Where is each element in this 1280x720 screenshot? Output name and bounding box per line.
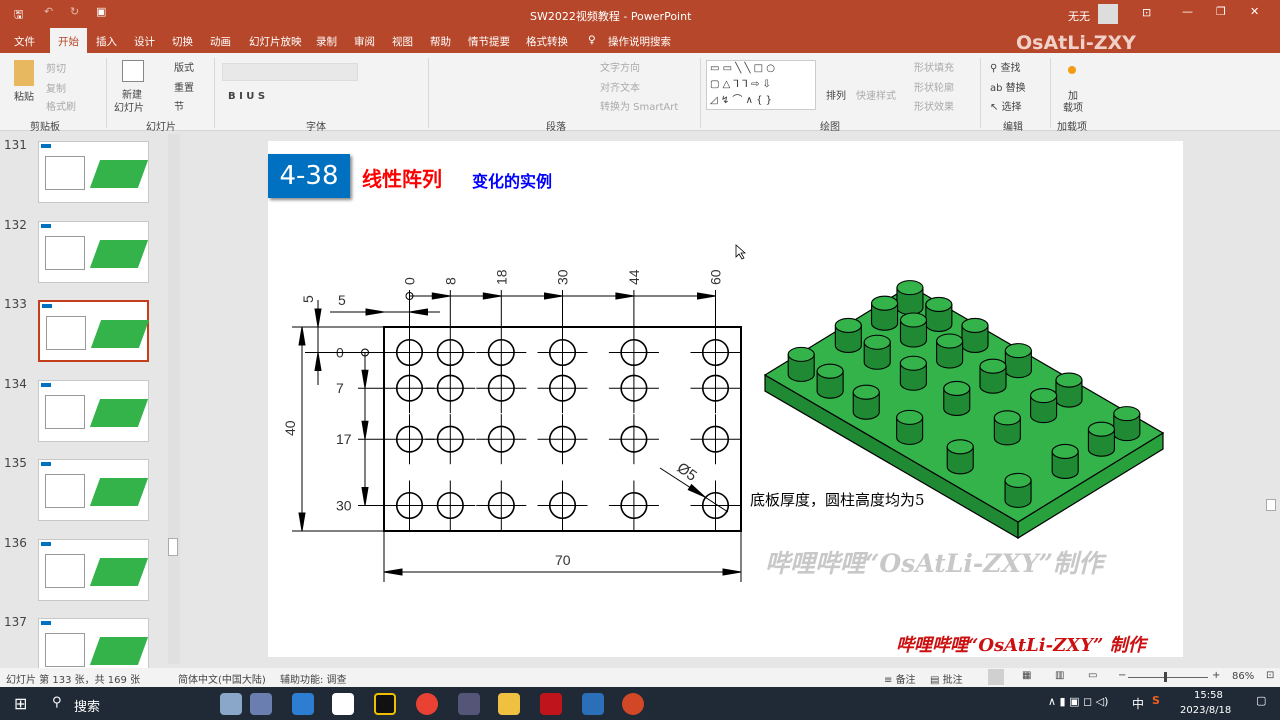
dimension-label: 7 [336,380,344,396]
photos-icon[interactable] [582,693,604,715]
mouse-cursor-icon [735,244,747,260]
reading-view-button[interactable]: ▥ [1055,670,1064,681]
accessibility-status[interactable]: 辅助功能: 调查 [280,671,347,686]
cylinder [852,384,880,420]
dimension-arrow [431,292,451,300]
dimension-label: 8 [442,277,458,285]
dimension-arrow [361,369,369,389]
cylinder [1004,472,1032,508]
zoom-out-button[interactable]: − [1118,670,1126,681]
thickness-note: 底板厚度，圆柱高度均为5 [750,491,925,509]
cylinder [1113,406,1141,442]
cylinder [1030,388,1058,424]
notes-label: 备注 [895,675,916,686]
clock-time[interactable]: 15:58 [1194,690,1223,701]
search-icon[interactable]: ⚲ [52,695,62,710]
cylinder [896,280,924,316]
dimension-label: 70 [555,552,571,568]
zoom-level[interactable]: 86% [1232,671,1254,682]
cylinder [993,410,1021,446]
file-explorer-icon[interactable] [498,693,520,715]
language-status[interactable]: 简体中文(中国大陆) [178,671,266,686]
dimension-arrow [314,352,322,371]
dimension-label: 40 [282,420,298,436]
cylinder [1055,372,1083,408]
cylinder [1087,421,1115,457]
taskbar: ⊞ ⚲ 搜索 ∧ ▮ ▣ ◻ ◁) 中 S 15:58 2023/8/18 ▢ [0,687,1280,720]
taskbar-search[interactable]: 搜索 [74,696,100,715]
dimension-arrow [687,483,706,498]
dimension-arrow [383,568,403,576]
dimension-arrow [615,292,634,300]
cylinder [863,334,891,370]
browser-icon[interactable] [416,693,438,715]
dimension-label: 30 [336,498,352,514]
zoom-slider[interactable] [1128,672,1208,682]
cylinder [896,409,924,445]
cylinder [943,380,971,416]
dimension-label: 0 [402,277,418,285]
zoom-in-button[interactable]: + [1212,670,1220,681]
cylinder [936,333,964,369]
dimension-arrow [361,420,369,440]
cylinder [979,358,1007,394]
dimension-arrow [482,292,502,300]
windows-start-icon[interactable]: ⊞ [14,694,27,713]
notes-button[interactable]: ≡ 备注 [884,671,916,686]
ime-indicator[interactable]: 中 [1132,695,1144,712]
app-tray-icon[interactable]: S [1152,694,1160,707]
cylinder [1004,343,1032,379]
comments-label: 批注 [942,675,963,686]
notification-icon[interactable]: ▢ [1256,694,1266,707]
diameter-label: Ø5 [674,459,700,484]
cylinder [834,317,862,353]
status-bar: 幻灯片 第 133 张，共 169 张 简体中文(中国大陆) 辅助功能: 调查 … [0,668,1280,687]
powerpoint-icon[interactable] [622,693,644,715]
cylinder [1051,443,1079,479]
dimension-label: 18 [493,269,509,285]
slide-count: 幻灯片 第 133 张，共 169 张 [6,675,141,686]
slide-sorter-button[interactable]: ▦ [1022,670,1031,681]
dimension-arrow [697,292,716,300]
decoration-icon [220,693,242,715]
cylinder [871,295,899,331]
cylinder [787,346,815,382]
qq-icon[interactable] [374,693,396,715]
dimension-arrow [361,487,369,506]
cylinder [899,355,927,391]
dimension-arrow [298,326,306,346]
fit-slide-icon[interactable]: ⊡ [1266,670,1274,681]
dimension-label: 60 [708,269,724,285]
cylinder [961,317,989,353]
tray-icons[interactable]: ∧ ▮ ▣ ◻ ◁) [1048,695,1108,708]
dimension-label: 5 [338,292,346,308]
decoration-icon [250,693,272,715]
cylinder [899,312,928,348]
calculator-icon[interactable] [458,693,480,715]
solidworks-icon[interactable] [540,693,562,715]
cylinder [946,439,974,475]
engineering-drawing: 0 8 18 30 44 60071730554070Ø5 底板厚度，圆柱高度均为5 [282,244,1165,582]
dimension-label: 5 [300,295,316,303]
dimension-arrow [314,308,322,328]
clock-date[interactable]: 2023/8/18 [1180,705,1231,716]
slideshow-button[interactable]: ▭ [1088,670,1097,681]
dimension-arrow [409,308,428,316]
desktop-app-icon[interactable] [292,693,314,715]
dimension-arrow [722,568,742,576]
normal-view-button[interactable] [988,669,1004,685]
cloud-app-icon[interactable] [332,693,354,715]
dimension-arrow [365,308,385,316]
cylinder [816,363,844,399]
dimension-arrow [544,292,563,300]
dimension-label: 17 [336,431,352,447]
cylinder [925,296,953,332]
comments-button[interactable]: ▤ 批注 [930,671,963,686]
dimension-label: 44 [626,269,642,285]
dimension-arrow [298,512,306,532]
dimension-label: 30 [555,269,571,285]
